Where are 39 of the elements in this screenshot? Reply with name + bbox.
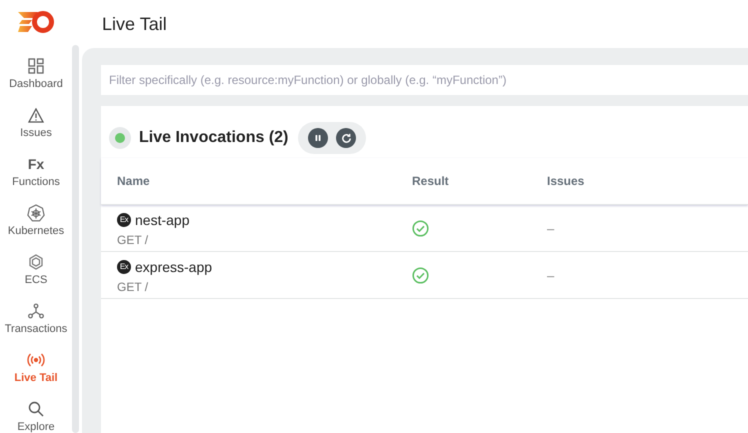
issues-value: – bbox=[547, 268, 554, 282]
functions-icon: Fx bbox=[28, 156, 44, 172]
hexagon-icon bbox=[28, 254, 44, 270]
sidebar-item[interactable]: Fx Functions bbox=[0, 151, 72, 188]
panel-title: Live Invocations (2) bbox=[139, 129, 288, 147]
filter-field[interactable]: Filter specifically (e.g. resource:myFunction) or globally (e.g. “myFunction”) bbox=[101, 65, 748, 95]
runtime-icon: Ex bbox=[117, 212, 131, 226]
sidebar-item[interactable]: Live Tail bbox=[0, 347, 72, 384]
helm-wheel-icon bbox=[27, 204, 45, 222]
request-method: GET / bbox=[117, 232, 150, 246]
sidebar-item[interactable]: Transactions bbox=[0, 298, 72, 335]
column-header: Result bbox=[412, 174, 450, 188]
live-indicator bbox=[109, 127, 131, 149]
logo-icon[interactable] bbox=[16, 10, 56, 34]
scrollbar[interactable] bbox=[72, 45, 79, 433]
column-header: Name bbox=[117, 174, 151, 188]
refresh-icon bbox=[340, 132, 352, 144]
function-name[interactable]: nest-app bbox=[135, 212, 190, 228]
request-method: GET / bbox=[117, 280, 150, 294]
search-icon bbox=[28, 401, 44, 417]
warning-icon bbox=[28, 108, 44, 122]
sidebar-item[interactable]: ECS bbox=[0, 249, 72, 286]
sidebar-item[interactable]: Dashboard bbox=[0, 53, 72, 90]
column-header: Issues bbox=[547, 174, 586, 188]
page-title: Live Tail bbox=[101, 12, 168, 36]
issues-value: – bbox=[547, 220, 554, 236]
pause-button[interactable] bbox=[308, 128, 328, 148]
nodes-icon bbox=[28, 303, 44, 319]
broadcast-icon bbox=[27, 353, 45, 367]
success-check-icon bbox=[412, 266, 429, 284]
pause-icon bbox=[313, 133, 324, 143]
function-name[interactable]: express-app bbox=[135, 258, 212, 274]
dashboard-icon bbox=[28, 58, 44, 74]
sidebar-item[interactable]: Issues bbox=[0, 102, 72, 139]
sidebar-item[interactable]: Explore bbox=[0, 396, 72, 433]
runtime-icon: Ex bbox=[117, 260, 131, 274]
refresh-button[interactable] bbox=[336, 128, 356, 148]
sidebar-item[interactable]: Kubernetes bbox=[0, 200, 72, 237]
success-check-icon bbox=[412, 220, 429, 236]
